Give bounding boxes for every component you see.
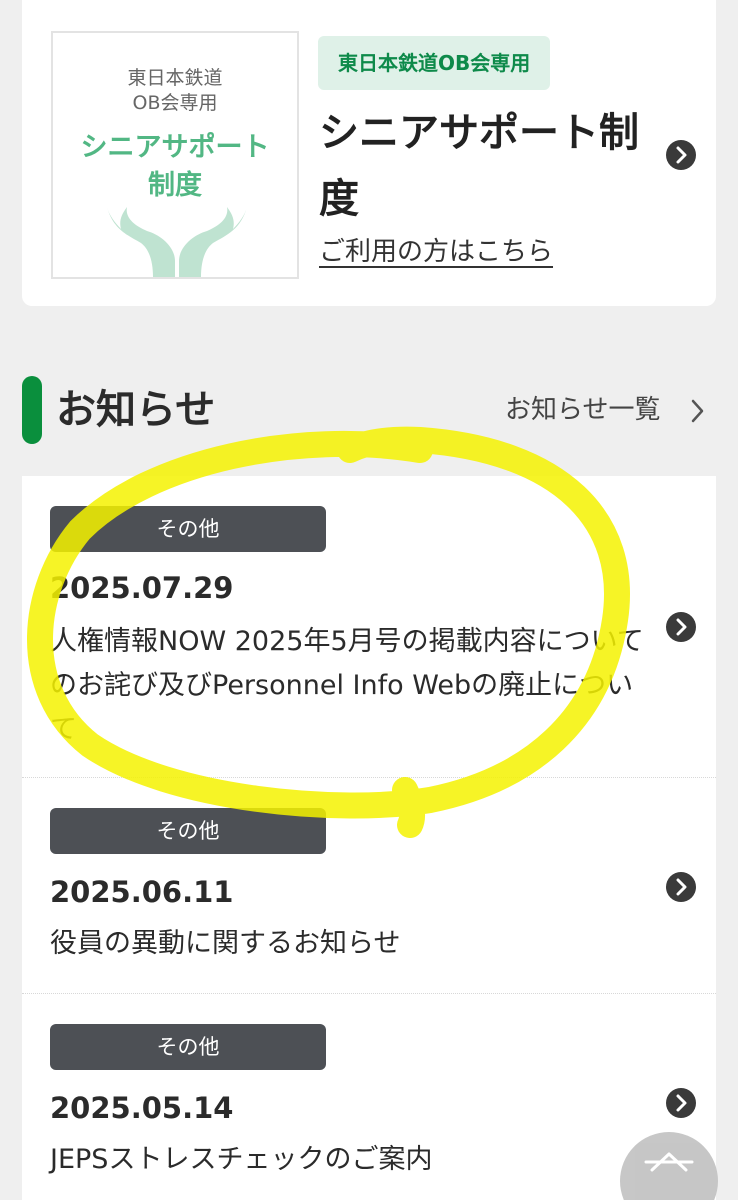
news-date: 2025.07.29 xyxy=(50,571,234,605)
category-badge: その他 xyxy=(50,808,326,854)
news-list-link[interactable]: お知らせ一覧 xyxy=(505,388,660,432)
senior-support-thumbnail: 東日本鉄道 OB会専用 シニアサポート 制度 xyxy=(51,31,299,279)
chevron-up-icon xyxy=(644,1152,694,1172)
heading-accent-bar xyxy=(22,376,42,444)
senior-support-card[interactable]: 東日本鉄道 OB会専用 シニアサポート 制度 東日本鉄道OB会専用 シニアサポー… xyxy=(22,0,716,306)
back-to-top-button[interactable] xyxy=(620,1132,718,1200)
thumbnail-title-2: 制度 xyxy=(148,170,202,201)
news-title: 役員の異動に関するお知らせ xyxy=(50,928,401,959)
thumbnail-line-2: OB会専用 xyxy=(132,92,218,114)
hands-icon xyxy=(107,207,247,277)
chevron-right-icon[interactable] xyxy=(666,1088,696,1118)
category-badge: その他 xyxy=(50,1024,326,1070)
news-heading: お知らせ xyxy=(56,387,216,433)
news-item[interactable]: その他 2025.07.29 人権情報NOW 2025年5月号の掲載内容について… xyxy=(22,476,716,778)
news-date: 2025.06.11 xyxy=(50,875,234,909)
news-date: 2025.05.14 xyxy=(50,1091,234,1125)
chevron-right-icon[interactable] xyxy=(666,612,696,642)
news-list: その他 2025.07.29 人権情報NOW 2025年5月号の掲載内容について… xyxy=(22,476,716,1200)
senior-support-title: シニアサポート制度 xyxy=(319,110,639,222)
news-item[interactable]: その他 2025.05.14 JEPSストレスチェックのご案内 xyxy=(22,994,716,1200)
chevron-right-icon[interactable] xyxy=(666,140,696,170)
thumbnail-title-1: シニアサポート xyxy=(80,132,270,163)
news-section-header: お知らせ お知らせ一覧 xyxy=(0,376,738,446)
news-title: JEPSストレスチェックのご案内 xyxy=(50,1144,433,1175)
category-badge: その他 xyxy=(50,506,326,552)
news-item[interactable]: その他 2025.06.11 役員の異動に関するお知らせ xyxy=(22,778,716,994)
news-title: 人権情報NOW 2025年5月号の掲載内容についてのお詫び及びPersonnel… xyxy=(50,626,644,745)
chevron-right-icon[interactable] xyxy=(666,872,696,902)
ob-only-tag: 東日本鉄道OB会専用 xyxy=(318,36,551,90)
thumbnail-line-1: 東日本鉄道 xyxy=(127,67,223,89)
chevron-right-icon[interactable] xyxy=(690,398,706,424)
usage-link[interactable]: ご利用の方はこちら xyxy=(319,230,553,274)
